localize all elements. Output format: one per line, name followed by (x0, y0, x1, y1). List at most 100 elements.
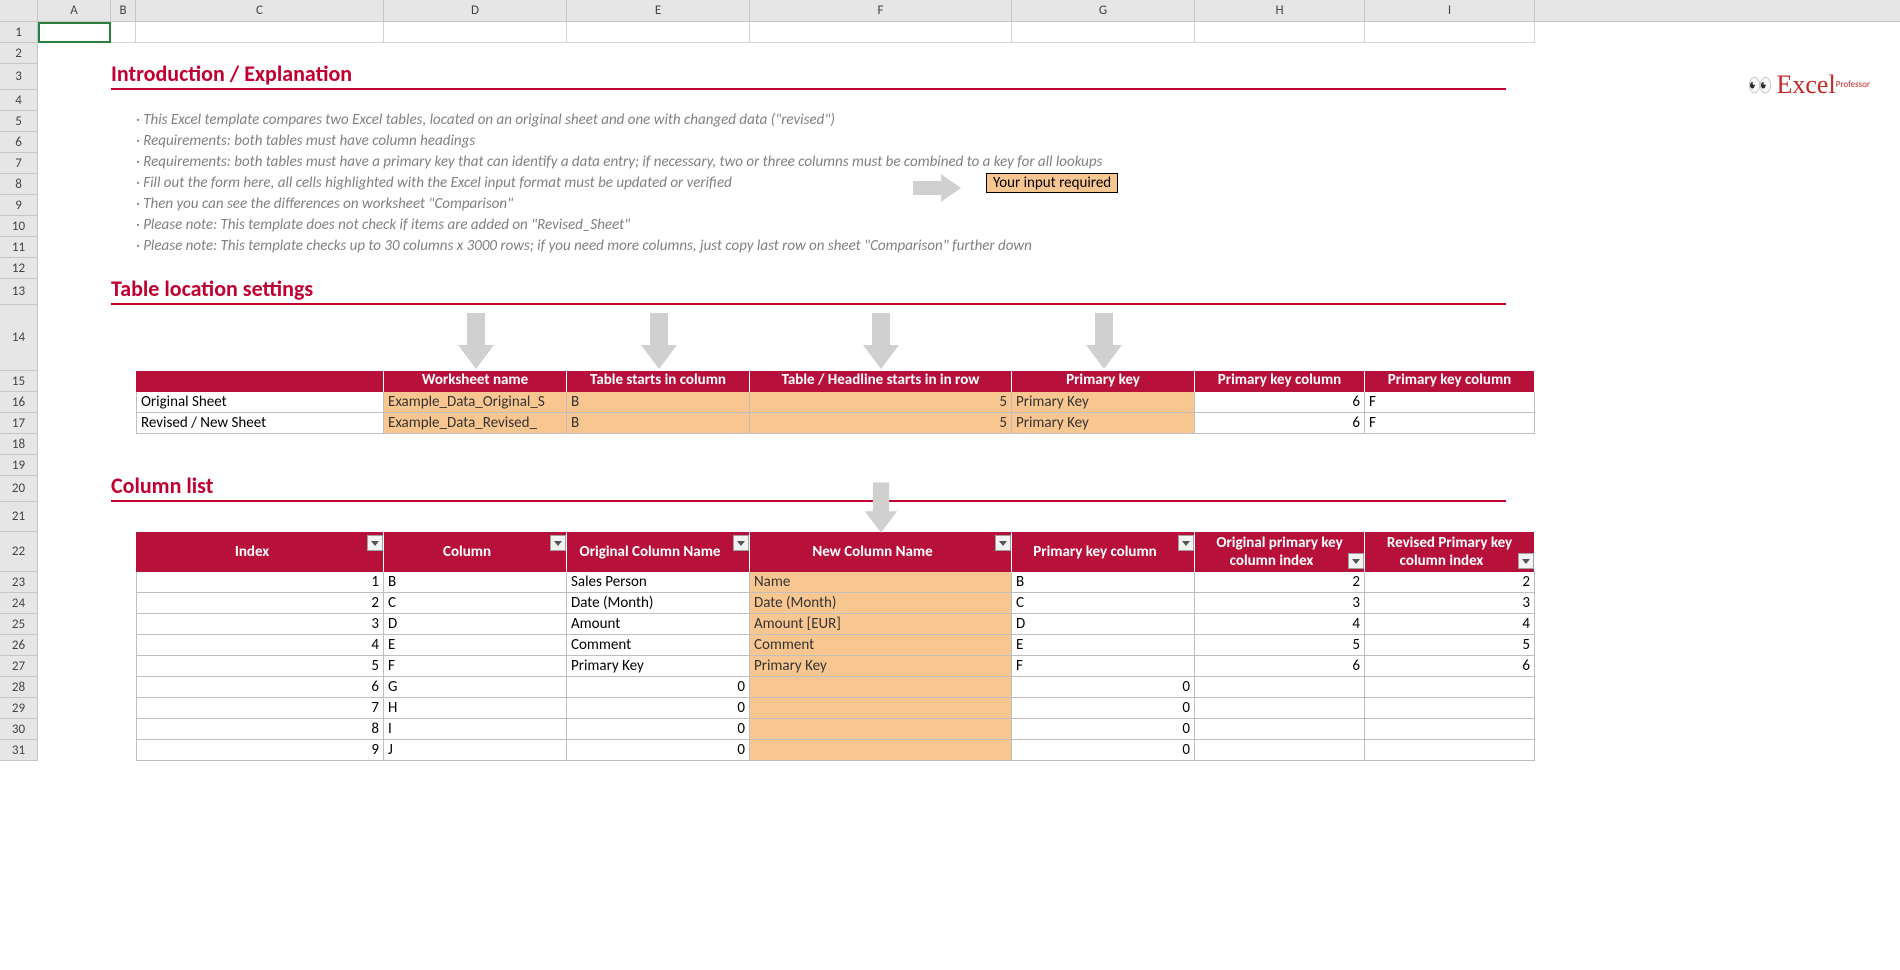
col-new-input[interactable] (750, 740, 1012, 761)
loc-rowlabel[interactable]: Revised / New Sheet (136, 413, 384, 434)
row-header[interactable]: 28 (0, 677, 38, 698)
cell[interactable] (1012, 22, 1195, 43)
loc-rowlabel[interactable]: Original Sheet (136, 392, 384, 413)
col-idx[interactable]: 9 (136, 740, 384, 761)
row-header[interactable]: 17 (0, 413, 38, 434)
col-idx[interactable]: 3 (136, 614, 384, 635)
cell[interactable] (111, 677, 136, 698)
cell[interactable] (38, 237, 111, 258)
loc-pk-input[interactable]: Primary Key (1012, 413, 1195, 434)
cell-A1-selected[interactable] (38, 22, 111, 43)
col-revpk[interactable] (1365, 698, 1535, 719)
cell[interactable] (384, 502, 567, 532)
col-header-I[interactable]: I (1365, 0, 1535, 21)
cell[interactable] (38, 502, 111, 532)
col-orig[interactable]: Date (Month) (567, 593, 750, 614)
col-origpk[interactable]: 2 (1195, 572, 1365, 593)
col-revpk[interactable]: 4 (1365, 614, 1535, 635)
row-header[interactable]: 23 (0, 572, 38, 593)
filter-dropdown-icon[interactable] (995, 535, 1011, 551)
cell[interactable] (38, 174, 111, 195)
row-header[interactable]: 13 (0, 279, 38, 305)
cell[interactable] (567, 22, 750, 43)
col-header-D[interactable]: D (384, 0, 567, 21)
cell[interactable] (1012, 502, 1900, 532)
col-pk[interactable]: C (1012, 593, 1195, 614)
col-orig[interactable]: Primary Key (567, 656, 750, 677)
col-header-F[interactable]: F (750, 0, 1012, 21)
col-new-input[interactable]: Date (Month) (750, 593, 1012, 614)
col-th-orig[interactable]: Original Column Name (567, 532, 750, 572)
row-header[interactable]: 29 (0, 698, 38, 719)
col-orig[interactable]: 0 (567, 698, 750, 719)
row-header[interactable]: 11 (0, 237, 38, 258)
cell[interactable] (111, 413, 136, 434)
col-idx[interactable]: 7 (136, 698, 384, 719)
cell[interactable] (111, 111, 136, 132)
col-th-revpk[interactable]: Revised Primary key column index (1365, 532, 1535, 572)
cell[interactable] (38, 719, 111, 740)
row-header[interactable]: 20 (0, 476, 38, 502)
cell[interactable] (38, 279, 111, 305)
cell[interactable] (38, 195, 111, 216)
cell[interactable] (111, 698, 136, 719)
loc-startcol-input[interactable]: B (567, 392, 750, 413)
col-idx[interactable]: 5 (136, 656, 384, 677)
cell[interactable] (111, 216, 136, 237)
cell[interactable] (38, 698, 111, 719)
col-orig[interactable]: 0 (567, 719, 750, 740)
row-header[interactable]: 27 (0, 656, 38, 677)
col-revpk[interactable]: 2 (1365, 572, 1535, 593)
cell[interactable] (38, 740, 111, 761)
col-idx[interactable]: 1 (136, 572, 384, 593)
loc-pkcol2[interactable]: F (1365, 413, 1535, 434)
col-new-input[interactable] (750, 719, 1012, 740)
cell[interactable] (1195, 22, 1365, 43)
row-header[interactable]: 3 (0, 64, 38, 90)
col-pk[interactable]: 0 (1012, 740, 1195, 761)
col-new-input[interactable]: Primary Key (750, 656, 1012, 677)
col-pk[interactable]: 0 (1012, 698, 1195, 719)
cell[interactable] (38, 153, 111, 174)
row-header[interactable]: 21 (0, 502, 38, 532)
col-header-G[interactable]: G (1012, 0, 1195, 21)
row-header[interactable]: 5 (0, 111, 38, 132)
col-pk[interactable]: D (1012, 614, 1195, 635)
cell[interactable] (38, 572, 111, 593)
col-col[interactable]: C (384, 593, 567, 614)
cell[interactable] (111, 656, 136, 677)
cell[interactable] (750, 22, 1012, 43)
cell[interactable] (111, 740, 136, 761)
row-header[interactable]: 6 (0, 132, 38, 153)
cell[interactable] (111, 174, 136, 195)
cell[interactable] (111, 392, 136, 413)
col-origpk[interactable]: 4 (1195, 614, 1365, 635)
cell[interactable] (111, 502, 136, 532)
col-orig[interactable]: Amount (567, 614, 750, 635)
col-origpk[interactable] (1195, 719, 1365, 740)
col-idx[interactable]: 8 (136, 719, 384, 740)
col-header-E[interactable]: E (567, 0, 750, 21)
col-col[interactable]: F (384, 656, 567, 677)
col-th-new[interactable]: New Column Name (750, 532, 1012, 572)
col-idx[interactable]: 4 (136, 635, 384, 656)
cell[interactable] (111, 532, 136, 572)
cell[interactable] (111, 195, 136, 216)
cell[interactable] (38, 216, 111, 237)
col-orig[interactable]: 0 (567, 677, 750, 698)
cell[interactable] (38, 614, 111, 635)
cell[interactable] (38, 305, 111, 371)
row-header[interactable]: 25 (0, 614, 38, 635)
row-header[interactable]: 12 (0, 258, 38, 279)
col-new-input[interactable]: Name (750, 572, 1012, 593)
filter-dropdown-icon[interactable] (367, 535, 383, 551)
row-header[interactable]: 26 (0, 635, 38, 656)
loc-pkcol[interactable]: 6 (1195, 413, 1365, 434)
col-col[interactable]: J (384, 740, 567, 761)
cell[interactable] (38, 392, 111, 413)
col-origpk[interactable] (1195, 698, 1365, 719)
col-header-H[interactable]: H (1195, 0, 1365, 21)
col-header-B[interactable]: B (111, 0, 136, 21)
loc-pkcol[interactable]: 6 (1195, 392, 1365, 413)
cell[interactable] (111, 305, 136, 371)
